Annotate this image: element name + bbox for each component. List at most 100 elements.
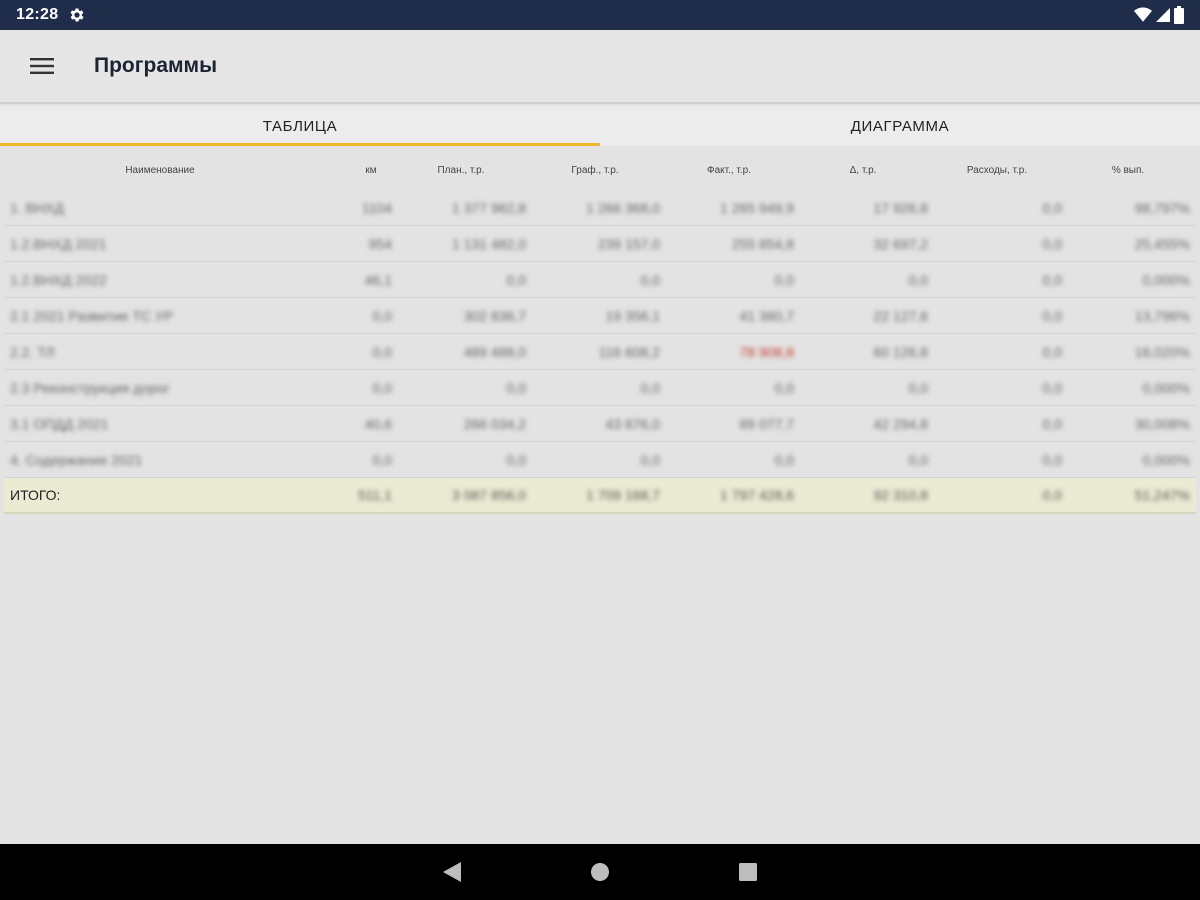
- table-total-row[interactable]: ИТОГО: 511,1 3 087 856,0 1 709 168,7 1 797 4…: [4, 478, 1196, 514]
- tab-diagram[interactable]: ДИАГРАММА: [600, 106, 1200, 146]
- row-value-cell: 19 356,1: [605, 307, 661, 324]
- header-km[interactable]: км: [320, 165, 394, 176]
- row-value-cell: 0,0: [774, 271, 794, 288]
- row-value-cell: 0,0: [1042, 415, 1062, 432]
- row-value-cell: 266 034,2: [463, 415, 526, 432]
- row-value-cell: 0,0: [1042, 307, 1062, 324]
- row-value-cell: 0,000%: [1142, 271, 1190, 288]
- row-value-cell: 302 836,7: [463, 307, 526, 324]
- home-circle-icon[interactable]: [586, 858, 614, 886]
- battery-icon: [1174, 6, 1184, 24]
- table-row[interactable]: 1.2.ВНХД 2021 954 1 131 482,0 239 157,0 255 …: [4, 226, 1196, 262]
- row-value-cell: 16,020%: [1134, 343, 1190, 360]
- table-row[interactable]: 1.2.ВНХД 2022 46,1 0,0 0,0 0,0 0,0 0,0 0,000%: [4, 262, 1196, 298]
- status-bar: 12:28: [0, 0, 1200, 30]
- recents-square-icon[interactable]: [734, 858, 762, 886]
- gear-icon: [68, 6, 86, 24]
- row-value-cell: 954: [368, 235, 392, 252]
- row-value-cell: 0,0: [774, 451, 794, 468]
- table-row[interactable]: 4. Содержание 2021 0,0 0,0 0,0 0,0 0,0 0,0 0,00…: [4, 442, 1196, 478]
- row-value-cell: 0,0: [1042, 235, 1062, 252]
- table-row[interactable]: 2.2. ТЛ 0,0 489 488,0 116 608,2 78 908,8 60 1…: [4, 334, 1196, 370]
- row-value-cell: 32 697,2: [873, 235, 929, 252]
- table-row[interactable]: 2.3 Реконструкция дорог 0,0 0,0 0,0 0,0 0,0 0,…: [4, 370, 1196, 406]
- row-value-cell: 0,0: [506, 451, 526, 468]
- row-value-cell: 0,0: [506, 271, 526, 288]
- row-value-cell: 78 908,8: [739, 343, 795, 360]
- signal-icon: [1156, 8, 1170, 22]
- row-name-cell: 2.1 2021 Развитие ТС УР: [10, 307, 174, 324]
- header-percent[interactable]: % вып.: [1064, 165, 1192, 176]
- total-value-cell: 51,247%: [1134, 487, 1190, 503]
- table-header: Наименование км План., т.р. Граф., т.р. …: [0, 150, 1200, 190]
- row-value-cell: 0,0: [372, 379, 392, 396]
- row-value-cell: 30,008%: [1134, 415, 1190, 432]
- tab-bar: ТАБЛИЦА ДИАГРАММА: [0, 106, 1200, 146]
- total-label: ИТОГО:: [10, 487, 61, 503]
- app-bar: Программы: [0, 30, 1200, 104]
- row-value-cell: 0,0: [640, 271, 660, 288]
- total-value-cell: 1 709 168,7: [586, 487, 660, 503]
- row-value-cell: 1104: [361, 199, 392, 216]
- row-value-cell: 255 854,8: [731, 235, 794, 252]
- row-value-cell: 41 380,7: [739, 307, 795, 324]
- row-value-cell: 239 157,0: [597, 235, 660, 252]
- row-value-cell: 0,0: [1042, 379, 1062, 396]
- header-delta[interactable]: Δ, т.р.: [796, 165, 930, 176]
- row-value-cell: 0,0: [640, 379, 660, 396]
- header-fact[interactable]: Факт., т.р.: [662, 165, 796, 176]
- status-icons: [1134, 6, 1184, 24]
- row-value-cell: 43 676,0: [605, 415, 661, 432]
- row-value-cell: 0,0: [1042, 271, 1062, 288]
- header-schedule[interactable]: Граф., т.р.: [528, 165, 662, 176]
- row-value-cell: 60 126,8: [873, 343, 929, 360]
- total-value-cell: 0,0: [1042, 487, 1062, 503]
- row-value-cell: 46,1: [364, 271, 392, 288]
- table-row[interactable]: 1. ВНХД 1104 1 377 962,8 1 266 368,0 1 265 9…: [4, 190, 1196, 226]
- hamburger-menu-icon[interactable]: [22, 46, 62, 86]
- tab-table[interactable]: ТАБЛИЦА: [0, 106, 600, 146]
- row-value-cell: 0,0: [372, 343, 392, 360]
- page-title: Программы: [94, 54, 218, 77]
- row-value-cell: 0,0: [372, 307, 392, 324]
- row-name-cell: 1.2.ВНХД 2021: [10, 235, 107, 252]
- row-value-cell: 98,797%: [1134, 199, 1190, 216]
- row-value-cell: 0,0: [908, 451, 928, 468]
- header-expenses[interactable]: Расходы, т.р.: [930, 165, 1064, 176]
- row-name-cell: 2.2. ТЛ: [10, 343, 55, 360]
- row-value-cell: 1 265 949,9: [720, 199, 794, 216]
- row-value-cell: 1 131 482,0: [452, 235, 526, 252]
- row-value-cell: 0,0: [506, 379, 526, 396]
- row-value-cell: 13,796%: [1134, 307, 1190, 324]
- row-name-cell: 1.2.ВНХД 2022: [10, 271, 107, 288]
- row-value-cell: 22 127,6: [873, 307, 929, 324]
- total-value-cell: 511,1: [358, 487, 392, 503]
- header-name[interactable]: Наименование: [0, 165, 320, 176]
- back-triangle-icon[interactable]: [438, 858, 466, 886]
- table-row[interactable]: 3.1 ОПДД 2021 40,6 266 034,2 43 676,0 89 077…: [4, 406, 1196, 442]
- row-value-cell: 0,0: [908, 271, 928, 288]
- total-value-cell: 92 310,8: [873, 487, 929, 503]
- row-value-cell: 1 377 962,8: [452, 199, 526, 216]
- row-value-cell: 0,0: [640, 451, 660, 468]
- table-row[interactable]: 2.1 2021 Развитие ТС УР 0,0 302 836,7 19 35…: [4, 298, 1196, 334]
- row-value-cell: 0,0: [1042, 343, 1062, 360]
- wifi-icon: [1134, 7, 1152, 22]
- row-value-cell: 0,0: [908, 379, 928, 396]
- row-value-cell: 25,455%: [1134, 235, 1190, 252]
- row-value-cell: 0,000%: [1142, 451, 1190, 468]
- header-plan[interactable]: План., т.р.: [394, 165, 528, 176]
- row-value-cell: 489 488,0: [463, 343, 526, 360]
- data-table: Наименование км План., т.р. Граф., т.р. …: [0, 150, 1200, 514]
- row-value-cell: 0,0: [1042, 451, 1062, 468]
- row-name-cell: 1. ВНХД: [10, 199, 64, 216]
- total-value-cell: 1 797 428,6: [720, 487, 794, 503]
- status-time: 12:28: [16, 6, 59, 23]
- row-value-cell: 0,0: [372, 451, 392, 468]
- row-value-cell: 0,0: [1042, 199, 1062, 216]
- row-value-cell: 89 077,7: [739, 415, 795, 432]
- total-value-cell: 3 087 856,0: [452, 487, 526, 503]
- row-value-cell: 40,6: [364, 415, 392, 432]
- row-value-cell: 42 294,8: [873, 415, 929, 432]
- navigation-bar: [0, 844, 1200, 900]
